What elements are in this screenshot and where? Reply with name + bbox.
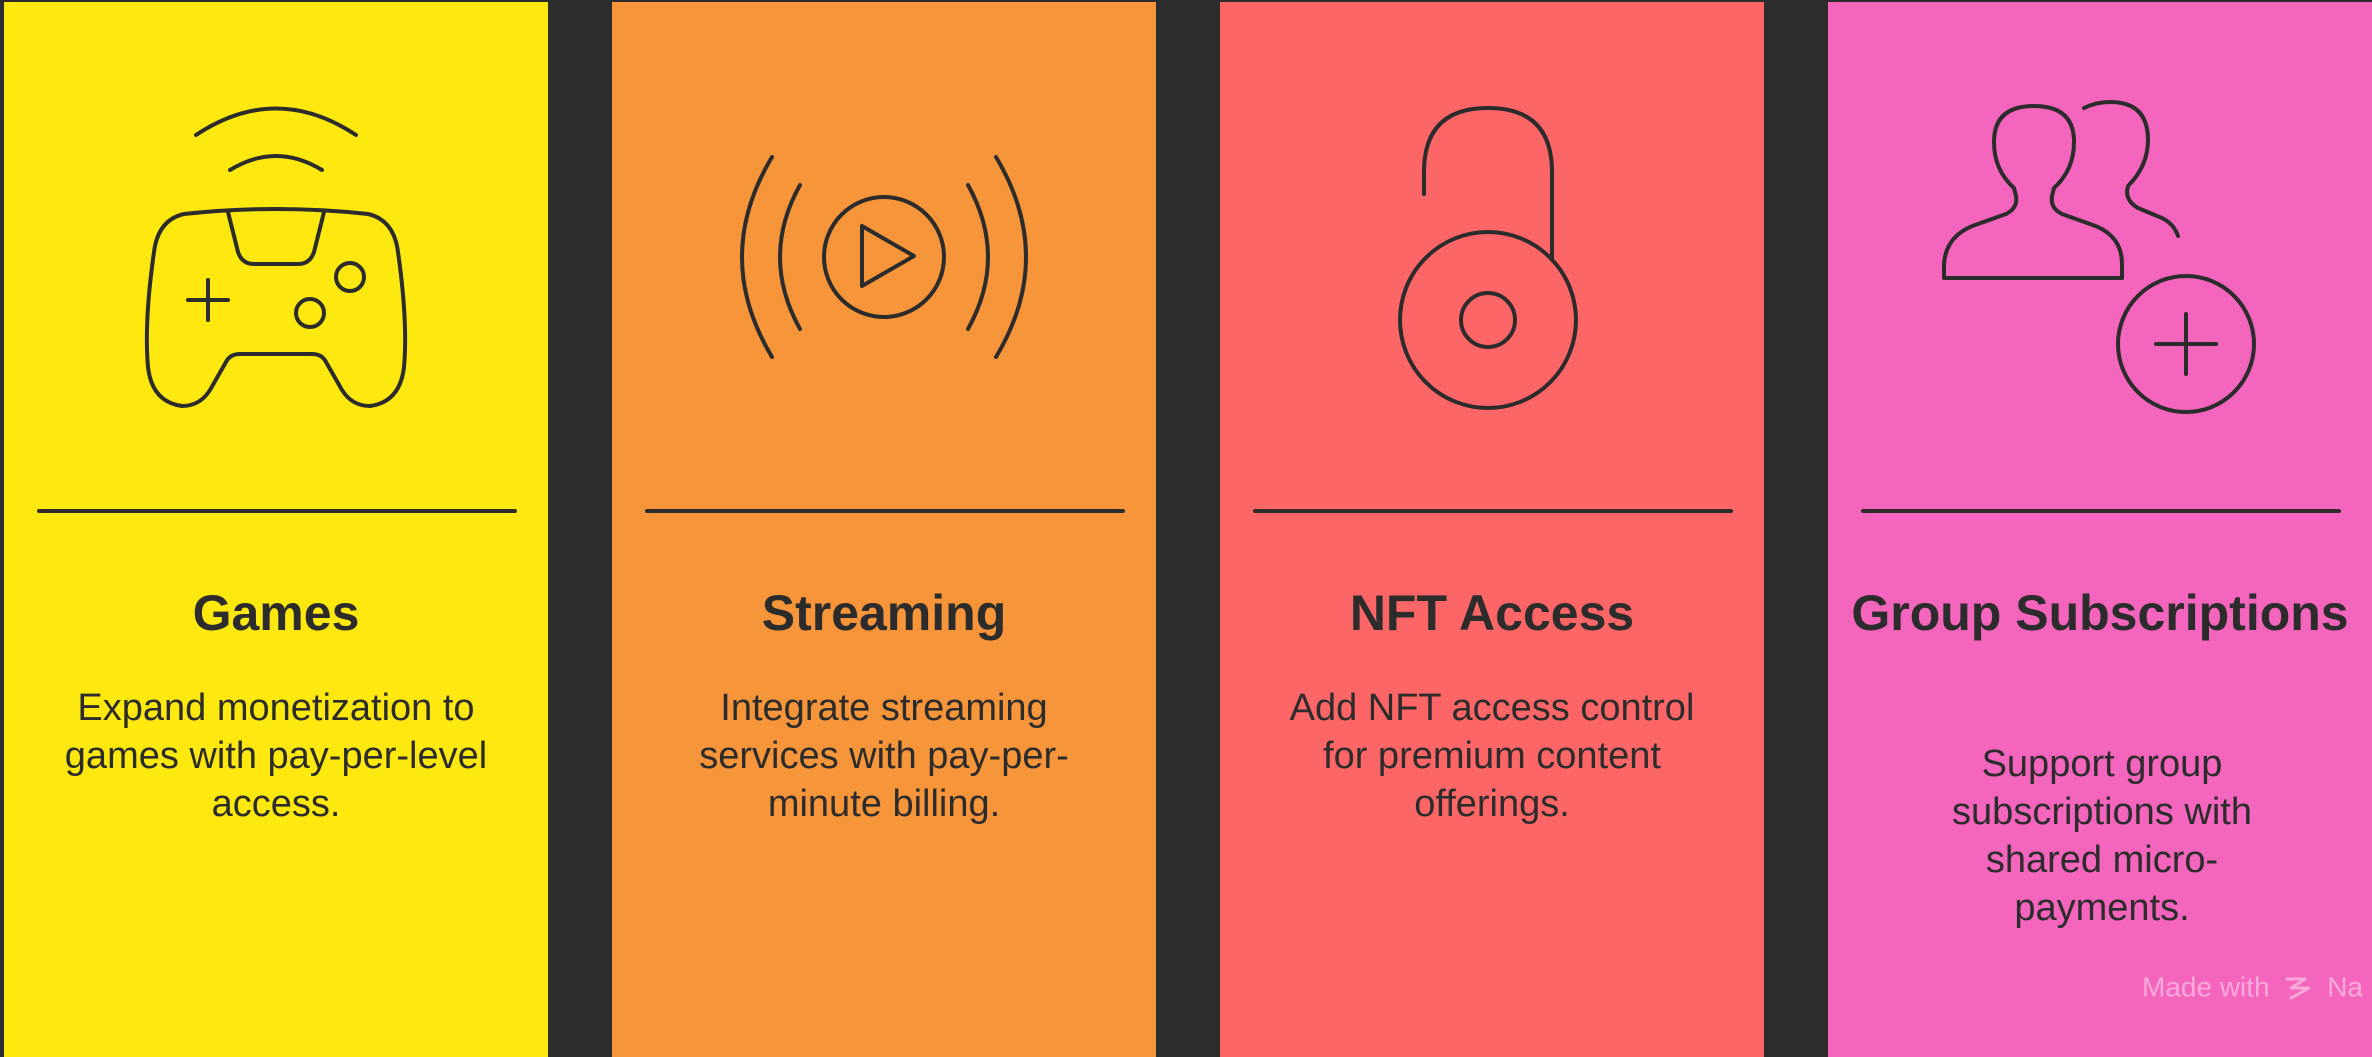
card-description: Support group subscriptions with shared … bbox=[1952, 743, 2252, 929]
divider bbox=[1253, 509, 1733, 513]
unlocked-padlock-icon bbox=[1220, 2, 1764, 472]
watermark-prefix: Made with bbox=[2142, 971, 2270, 1003]
divider bbox=[645, 509, 1125, 513]
infographic-board: Games Expand monetization to games with … bbox=[0, 0, 2372, 1057]
card-group-subscriptions: Group Subscriptions Support group subscr… bbox=[1828, 2, 2372, 1057]
card-title: Games bbox=[192, 585, 360, 641]
watermark: Made with Na bbox=[2142, 966, 2372, 1006]
watermark-brand: Na bbox=[2327, 971, 2363, 1003]
add-users-icon bbox=[1828, 2, 2372, 472]
card-description: Expand monetization to games with pay-pe… bbox=[64, 687, 488, 825]
card-streaming: Streaming Integrate streaming services w… bbox=[612, 2, 1156, 1057]
card-title: NFT Access bbox=[1349, 585, 1635, 641]
card-games: Games Expand monetization to games with … bbox=[4, 2, 548, 1057]
napkin-logo-icon bbox=[2285, 977, 2311, 1000]
gamepad-icon bbox=[4, 2, 548, 472]
card-description: Add NFT access control for premium conte… bbox=[1289, 687, 1695, 825]
card-title: Streaming bbox=[761, 585, 1007, 641]
card-title: Group Subscriptions bbox=[1851, 585, 2349, 641]
card-nft-access: NFT Access Add NFT access control for pr… bbox=[1220, 2, 1764, 1057]
divider bbox=[37, 509, 517, 513]
broadcast-play-icon bbox=[612, 2, 1156, 472]
card-description: Integrate streaming services with pay-pe… bbox=[699, 687, 1069, 825]
divider bbox=[1861, 509, 2341, 513]
